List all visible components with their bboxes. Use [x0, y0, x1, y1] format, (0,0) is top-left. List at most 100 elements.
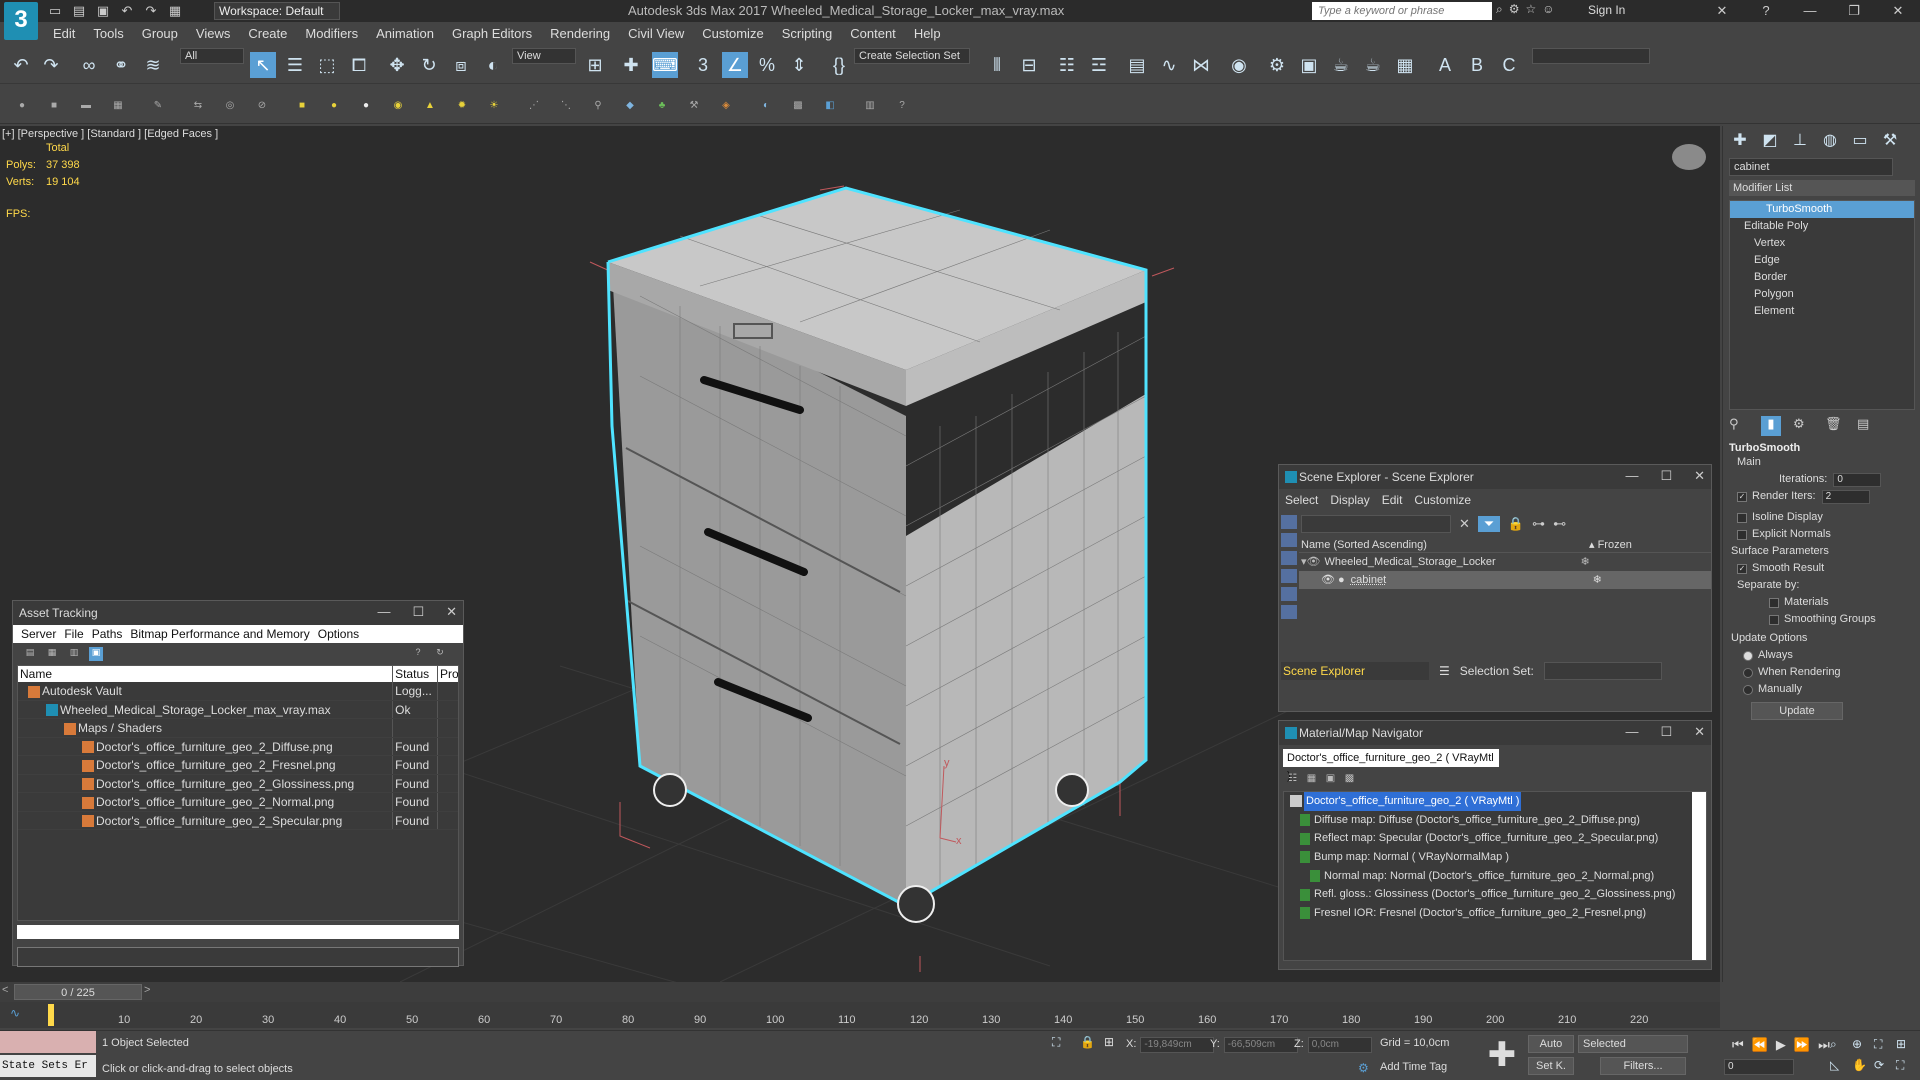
restore-icon[interactable]: ❐	[1832, 0, 1876, 22]
isolate-selection-icon[interactable]: ⛶	[1052, 1035, 1060, 1050]
vray-b-icon[interactable]: B	[1464, 52, 1490, 78]
tool-icon[interactable]: ◈	[718, 98, 734, 114]
schematic-view-icon[interactable]: ⋈	[1188, 52, 1214, 78]
add-time-tag[interactable]: Add Time Tag	[1380, 1061, 1447, 1073]
vertical-scrollbar[interactable]	[1692, 792, 1706, 960]
menu-customize[interactable]: Customize	[1414, 493, 1471, 507]
app-logo[interactable]: 3	[4, 2, 38, 40]
menu-graph-editors[interactable]: Graph Editors	[443, 23, 541, 45]
menu-select[interactable]: Select	[1285, 493, 1318, 507]
snaps-toggle-icon[interactable]: 3	[690, 52, 716, 78]
material-navigator-titlebar[interactable]: Material/Map Navigator — ☐ ✕	[1279, 721, 1711, 745]
help-icon[interactable]: ?	[411, 647, 425, 661]
manually-radio[interactable]	[1743, 684, 1753, 695]
help-icon[interactable]: ?	[894, 98, 910, 114]
rect-selection-icon[interactable]: ⬚	[314, 52, 340, 78]
select-manipulate-icon[interactable]: ✚	[618, 52, 644, 78]
snowflake-icon[interactable]: ❄	[1593, 571, 1602, 589]
auto-key-button[interactable]: Auto	[1528, 1035, 1574, 1053]
table-row[interactable]: Doctor's_office_furniture_geo_2_Glossine…	[18, 774, 458, 793]
menu-server[interactable]: Server	[17, 627, 60, 641]
keyboard-shortcut-icon[interactable]: ⌨	[652, 52, 678, 78]
torus-icon[interactable]: ◉	[390, 98, 406, 114]
trackbar[interactable]: ∿ 10 20 30 40 50 60 70 80 90 100 110 120 130 140 150 16…	[0, 1002, 1720, 1028]
table-row[interactable]: Autodesk Vault Logg...	[18, 682, 458, 701]
time-slider-track[interactable]: < 0 / 225 >	[0, 982, 1720, 1002]
table-row[interactable]: Wheeled_Medical_Storage_Locker_max_vray.…	[18, 700, 458, 719]
render-iterative-icon[interactable]: ☕	[1360, 52, 1386, 78]
project-icon[interactable]: ▦	[166, 2, 184, 20]
next-key-icon[interactable]: ⏩	[1794, 1037, 1810, 1053]
col-name[interactable]: Name	[18, 666, 394, 682]
z-coordinate-field[interactable]: 0,0cm	[1307, 1037, 1372, 1053]
table-row[interactable]: Doctor's_office_furniture_geo_2_Normal.p…	[18, 793, 458, 812]
redo-icon[interactable]: ↷	[142, 2, 160, 20]
key-filter-dropdown[interactable]: Selected	[1578, 1035, 1688, 1053]
expand-icon[interactable]: ▾👁	[1299, 553, 1321, 571]
absolute-mode-icon[interactable]: ⊞	[1104, 1035, 1114, 1049]
find-field[interactable]	[1301, 515, 1451, 533]
stack-sub-edge[interactable]: Edge	[1730, 252, 1914, 269]
remove-modifier-icon[interactable]: 🗑	[1825, 416, 1845, 436]
tool-icon[interactable]: ▦	[110, 98, 126, 114]
stack-item-editable-poly[interactable]: Editable Poly	[1730, 218, 1914, 235]
tool-icon[interactable]: ◐	[758, 98, 774, 114]
sphere-icon[interactable]: ●	[358, 98, 374, 114]
menu-rendering[interactable]: Rendering	[541, 23, 619, 45]
update-button[interactable]: Update	[1751, 701, 1843, 720]
rotate-icon[interactable]: ↻	[416, 52, 442, 78]
next-frame-icon[interactable]: >	[144, 984, 150, 996]
stack-sub-vertex[interactable]: Vertex	[1730, 235, 1914, 252]
vray-a-icon[interactable]: A	[1432, 52, 1458, 78]
filter-helpers-icon[interactable]	[1281, 587, 1297, 601]
menu-tools[interactable]: Tools	[84, 23, 132, 45]
save-file-icon[interactable]: ▣	[94, 2, 112, 20]
ribbon-icon[interactable]: ▤	[1124, 52, 1150, 78]
viewcube[interactable]	[1672, 144, 1706, 170]
modify-tab-icon[interactable]: ◩	[1759, 130, 1781, 152]
edit-named-sets-icon[interactable]: {}	[826, 52, 852, 78]
stack-sub-polygon[interactable]: Polygon	[1730, 286, 1914, 303]
named-selection-set-dropdown[interactable]: Create Selection Set	[854, 48, 970, 64]
explicit-normals-checkbox[interactable]	[1737, 529, 1747, 540]
sign-in-button[interactable]: Sign In	[1588, 3, 1625, 17]
explorer-name-dropdown[interactable]: Scene Explorer	[1281, 662, 1429, 680]
asset-path-field[interactable]	[17, 947, 459, 967]
close-icon[interactable]: ✕	[1876, 0, 1920, 22]
stack-sub-border[interactable]: Border	[1730, 269, 1914, 286]
time-slider-knob[interactable]: 0 / 225	[14, 984, 142, 1000]
tree-item[interactable]: Refl. gloss.: Glossiness (Doctor's_offic…	[1284, 885, 1706, 904]
favorites-star-icon[interactable]: ☆	[1526, 2, 1537, 17]
select-object-icon[interactable]: ↖	[250, 52, 276, 78]
filter-shapes-icon[interactable]	[1281, 533, 1297, 547]
menu-animation[interactable]: Animation	[367, 23, 443, 45]
tool-icon[interactable]: ♣	[654, 98, 670, 114]
pan-icon[interactable]: ✋	[1852, 1058, 1872, 1073]
workspace-dropdown[interactable]: Workspace: Default	[214, 2, 340, 20]
tool-icon[interactable]: ⚒	[686, 98, 702, 114]
table-view-icon[interactable]: ▥	[67, 647, 81, 661]
menu-bitmap-performance[interactable]: Bitmap Performance and Memory	[126, 627, 313, 641]
zoom-icon[interactable]: ⌕	[1830, 1037, 1850, 1052]
y-coordinate-field[interactable]: -66,509cm	[1223, 1037, 1298, 1053]
materials-checkbox[interactable]	[1769, 597, 1779, 608]
render-iters-spinner[interactable]: 2	[1821, 489, 1870, 504]
close-icon[interactable]: ✕	[1694, 468, 1705, 484]
select-by-name-icon[interactable]: ☰	[282, 52, 308, 78]
tool-icon[interactable]: ◎	[222, 98, 238, 114]
col-proxy[interactable]: Prox	[438, 666, 458, 682]
hierarchy-tab-icon[interactable]: ⊥	[1789, 130, 1811, 152]
toolbar-empty-dropdown[interactable]	[1532, 48, 1650, 64]
scale-icon[interactable]: ⧈	[448, 52, 474, 78]
scene-row-locker[interactable]: ▾👁 Wheeled_Medical_Storage_Locker ❄	[1299, 553, 1711, 571]
state-sets-field[interactable]: State Sets Er	[0, 1055, 96, 1077]
create-tab-icon[interactable]: ✚	[1729, 130, 1751, 152]
filter-lights-icon[interactable]	[1281, 551, 1297, 565]
selection-lock-icon[interactable]: 🔒	[1080, 1035, 1095, 1049]
angle-snap-icon[interactable]: ∠	[722, 52, 748, 78]
list-view-icon[interactable]: ▤	[23, 647, 37, 661]
iterations-spinner[interactable]: 0	[1833, 472, 1882, 487]
tool-icon[interactable]: ◆	[622, 98, 638, 114]
percent-snap-icon[interactable]: %	[754, 52, 780, 78]
tool-icon[interactable]: ⋰	[526, 98, 542, 114]
